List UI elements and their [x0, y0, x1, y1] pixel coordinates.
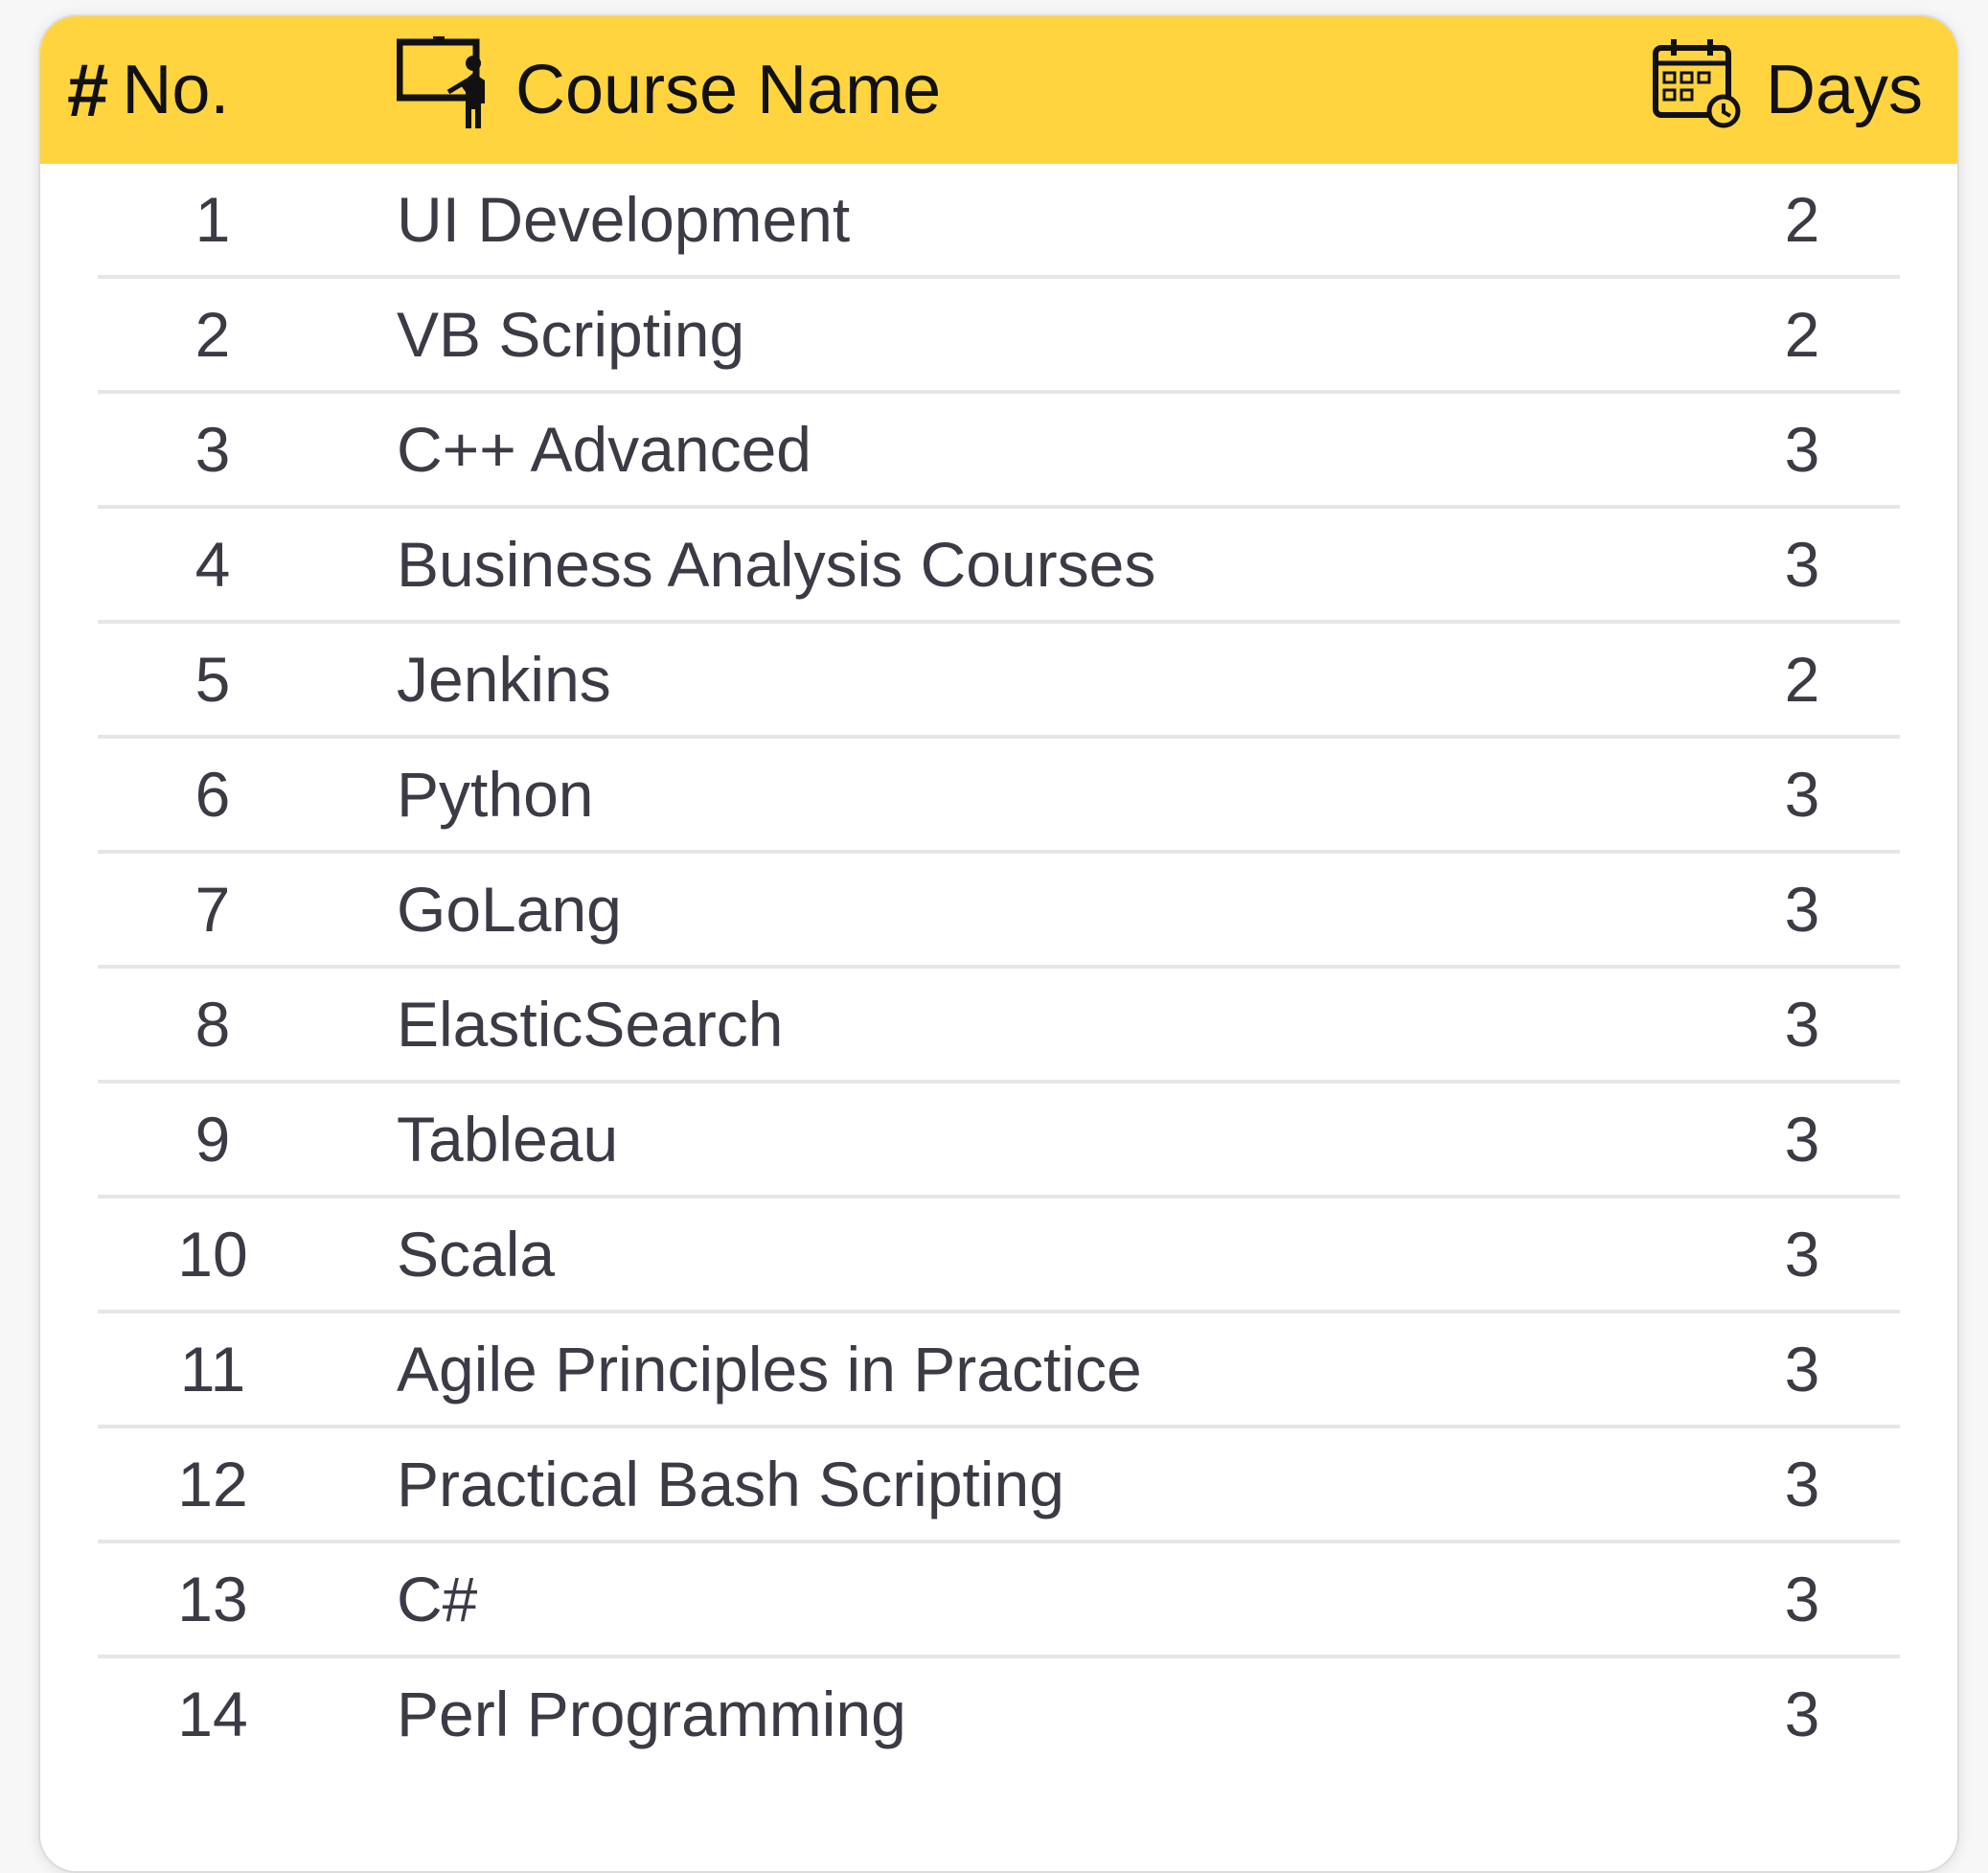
calendar-clock-icon: [1651, 36, 1743, 145]
course-days: 3: [1784, 759, 1820, 830]
course-days: 2: [1784, 184, 1820, 255]
header-days-label: Days: [1765, 52, 1923, 128]
course-days: 3: [1784, 529, 1820, 600]
course-days: 2: [1784, 299, 1820, 370]
course-name: Tableau: [397, 1104, 619, 1175]
row-number: 7: [194, 874, 231, 945]
header-number-label: No.: [122, 52, 230, 128]
course-days: 3: [1784, 1334, 1820, 1405]
table-row: 9 Tableau 3: [40, 1084, 1957, 1199]
course-name: C++ Advanced: [397, 414, 811, 485]
table-body: 1 UI Development 2 2 VB Scripting 2 3 C++ Adv…: [40, 164, 1957, 1773]
course-days: 2: [1784, 644, 1820, 715]
row-number: 13: [177, 1564, 248, 1634]
table-row: 3 C++ Advanced 3: [40, 394, 1957, 509]
header-days: Days: [1651, 16, 1923, 164]
course-name: GoLang: [397, 874, 622, 945]
row-number: 3: [194, 414, 231, 485]
table-row: 8 ElasticSearch 3: [40, 969, 1957, 1084]
row-number: 12: [177, 1449, 248, 1519]
course-days: 3: [1784, 1679, 1820, 1749]
hash-icon: #: [67, 47, 109, 132]
row-number: 1: [194, 184, 231, 255]
course-name: Scala: [397, 1219, 556, 1290]
header-course-name: Course Name: [396, 16, 942, 164]
course-name: VB Scripting: [397, 299, 745, 370]
table-row: 5 Jenkins 2: [40, 624, 1957, 739]
table-row: 12 Practical Bash Scripting 3: [40, 1428, 1957, 1543]
table-row: 11 Agile Principles in Practice 3: [40, 1313, 1957, 1428]
table-row: 14 Perl Programming 3: [40, 1658, 1957, 1773]
course-days: 3: [1784, 874, 1820, 945]
presenter-board-icon: [396, 34, 492, 147]
table-row: 6 Python 3: [40, 739, 1957, 854]
table-row: 10 Scala 3: [40, 1199, 1957, 1313]
table-row: 7 GoLang 3: [40, 854, 1957, 969]
course-name: C#: [397, 1564, 478, 1634]
table-row: 1 UI Development 2: [40, 164, 1957, 279]
row-number: 11: [179, 1334, 246, 1405]
header-course-label: Course Name: [515, 52, 942, 128]
course-name: UI Development: [397, 184, 851, 255]
table-row: 13 C# 3: [40, 1543, 1957, 1658]
course-name: Perl Programming: [397, 1679, 906, 1749]
table-row: 4 Business Analysis Courses 3: [40, 509, 1957, 624]
course-name: Agile Principles in Practice: [397, 1334, 1142, 1405]
course-name: Business Analysis Courses: [397, 529, 1156, 600]
course-name: ElasticSearch: [397, 989, 784, 1060]
row-number: 6: [194, 759, 231, 830]
row-number: 10: [177, 1219, 248, 1290]
row-number: 14: [177, 1679, 248, 1749]
table-row: 2 VB Scripting 2: [40, 279, 1957, 394]
course-name: Python: [397, 759, 594, 830]
row-number: 5: [194, 644, 231, 715]
course-days: 3: [1784, 1104, 1820, 1175]
header-number: # No.: [67, 16, 229, 164]
row-number: 2: [194, 299, 231, 370]
course-table-card: # No. Course Name Days 1 UI Development …: [38, 14, 1959, 1873]
course-days: 3: [1784, 1219, 1820, 1290]
course-days: 3: [1784, 414, 1820, 485]
row-number: 8: [194, 989, 231, 1060]
table-header: # No. Course Name Days: [40, 16, 1957, 164]
row-number: 4: [194, 529, 231, 600]
course-days: 3: [1784, 1449, 1820, 1519]
course-name: Jenkins: [397, 644, 611, 715]
course-name: Practical Bash Scripting: [397, 1449, 1064, 1519]
row-number: 9: [194, 1104, 231, 1175]
course-days: 3: [1784, 989, 1820, 1060]
course-days: 3: [1784, 1564, 1820, 1634]
